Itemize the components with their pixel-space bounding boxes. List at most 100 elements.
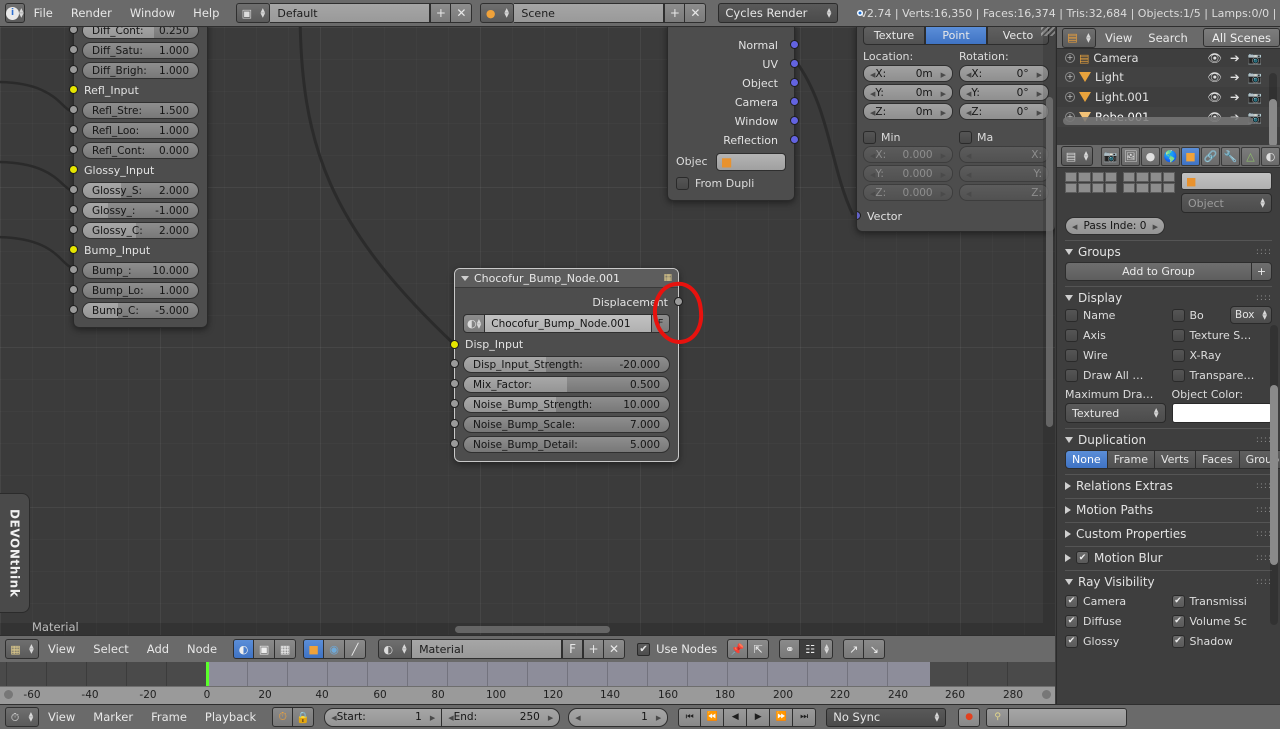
eye-icon[interactable]: 👁 (1207, 70, 1222, 84)
checkbox[interactable] (1065, 634, 1078, 648)
node-output-row[interactable]: Displacement (463, 292, 683, 312)
node-field-row[interactable]: Glossy_S: 2.000 (69, 181, 199, 200)
display-check-axis[interactable]: Axis (1065, 325, 1166, 345)
node-output-row[interactable]: Camera (676, 93, 799, 112)
output-socket[interactable] (790, 97, 799, 106)
expand-icon[interactable]: + (1065, 92, 1075, 102)
output-socket[interactable] (790, 59, 799, 68)
jump-start-icon[interactable]: ⏮ (678, 707, 702, 727)
node-output-row[interactable]: Reflection (676, 131, 799, 150)
max-y-field[interactable]: Y: (959, 165, 1049, 182)
value-slider[interactable]: Bump_: 10.000 (82, 262, 199, 279)
rotation-z-field[interactable]: Z: 0° (959, 103, 1049, 120)
outliner-menu-search[interactable]: Search (1141, 31, 1195, 45)
tab-constraints[interactable]: 🔗 (1200, 146, 1220, 166)
snap-dropdown-chevron-icon[interactable]: ▲ ▼ (821, 639, 834, 659)
copy-icon[interactable]: ↗ (843, 639, 865, 659)
value-slider[interactable]: Bump_Lo: 1.000 (82, 282, 199, 299)
cursor-arrow-icon[interactable]: ➔ (1230, 70, 1240, 84)
tab-render-layers[interactable]: 🖼 (1120, 146, 1140, 166)
menu-help[interactable]: Help (184, 0, 228, 27)
value-slider[interactable]: Noise_Bump_Detail: 5.000 (463, 436, 670, 453)
shader-type-object-icon[interactable]: ◐ (233, 639, 255, 659)
output-socket[interactable] (790, 40, 799, 49)
node-field-row[interactable]: Refl_Cont: 0.000 (69, 141, 199, 160)
node-field-row[interactable]: Mix_Factor: 0.500 (450, 375, 670, 394)
node-mapping[interactable]: Texture Point Vecto Location: X: 0m (856, 27, 1055, 232)
checkbox[interactable] (1065, 368, 1078, 382)
checkbox[interactable] (1065, 308, 1078, 322)
snap-magnet-icon[interactable]: ⚭ (779, 639, 801, 659)
increment-icon[interactable] (941, 149, 946, 161)
increment-icon[interactable] (430, 711, 435, 723)
value-slider[interactable]: Disp_Input_Strength: -20.000 (463, 356, 670, 373)
pass-index-field[interactable]: Pass Inde: 0 (1065, 217, 1165, 235)
min-checkbox[interactable] (863, 130, 876, 144)
node-editor-horizontal-scrollbar[interactable] (0, 623, 1055, 635)
dupli-option-none[interactable]: None (1065, 450, 1108, 469)
scene-name-field[interactable]: Scene (514, 3, 665, 23)
node-header[interactable]: Chocofur_Bump_Node.001 ▦ (455, 269, 678, 288)
decrement-icon[interactable] (966, 187, 971, 199)
prev-keyframe-icon[interactable]: ⏪ (701, 707, 725, 727)
slot-world-globe-icon[interactable]: ◉ (324, 639, 346, 659)
menu-file[interactable]: File (25, 0, 62, 27)
tab-data[interactable]: △ (1241, 146, 1261, 166)
ray-check-shadow[interactable]: Shadow (1171, 631, 1273, 651)
tab-material[interactable]: ◐ (1261, 146, 1280, 166)
timeline-playhead[interactable] (206, 662, 209, 686)
mapping-tab-point[interactable]: Point (925, 27, 987, 45)
node-editor-area[interactable]: Diff_Cont: 0.250 Diff_Satu: 1.000 Diff_B… (0, 27, 1055, 635)
tab-render[interactable]: 📷 (1100, 146, 1120, 166)
rotation-y-field[interactable]: Y: 0° (959, 84, 1049, 101)
outliner-display-mode-dropdown[interactable]: All Scenes (1203, 28, 1280, 47)
min-z-field[interactable]: Z: 0.000 (863, 184, 953, 201)
material-browse-button[interactable]: ◐ ▲ ▼ (378, 639, 413, 659)
go-parent-icon[interactable]: ⇱ (748, 639, 770, 659)
outliner-menu-view[interactable]: View (1098, 31, 1139, 45)
keying-set-field[interactable] (1009, 707, 1128, 727)
decrement-icon[interactable] (966, 149, 971, 161)
input-socket[interactable] (69, 125, 78, 134)
panel-header-motion-paths[interactable]: Motion Paths :::: (1065, 498, 1272, 517)
camera-render-icon[interactable]: 📷 (1248, 90, 1262, 104)
node-field-row[interactable]: Refl_Stre: 1.500 (69, 101, 199, 120)
panel-header-custom-properties[interactable]: Custom Properties :::: (1065, 522, 1272, 541)
tl-menu-playback[interactable]: Playback (196, 705, 265, 729)
display-check-wire[interactable]: Wire (1065, 345, 1166, 365)
play-reverse-icon[interactable]: ◀ (724, 707, 748, 727)
output-socket[interactable] (790, 78, 799, 87)
checkbox[interactable] (1065, 328, 1078, 342)
material-name-field[interactable]: Material (412, 639, 563, 659)
start-frame-field[interactable]: Start: 1 (324, 707, 443, 727)
increment-icon[interactable] (1037, 106, 1042, 118)
display-check-name[interactable]: Name (1065, 305, 1166, 325)
node-field-row[interactable]: Bump_Lo: 1.000 (69, 281, 199, 300)
node-shader-group-left[interactable]: Diff_Cont: 0.250 Diff_Satu: 1.000 Diff_B… (69, 27, 208, 328)
value-slider[interactable]: Refl_Stre: 1.500 (82, 102, 199, 119)
increment-icon[interactable] (941, 106, 946, 118)
node-field-row[interactable]: Refl_Loo: 1.000 (69, 121, 199, 140)
display-check-texture-space[interactable]: Texture S… (1171, 325, 1273, 345)
ray-check-glossy[interactable]: Glossy (1065, 631, 1166, 651)
node-field-row[interactable]: Glossy_C: 2.000 (69, 221, 199, 240)
play-icon[interactable]: ▶ (747, 707, 771, 727)
node-group-browse-icon[interactable]: ◐ (467, 317, 477, 330)
bounds-type-dropdown[interactable]: Box ▲ ▼ (1230, 306, 1272, 324)
max-checkbox[interactable] (959, 130, 972, 144)
checkbox[interactable] (1171, 634, 1185, 648)
output-socket[interactable] (857, 211, 861, 220)
keying-set-icon[interactable]: ⚲ (986, 707, 1010, 727)
collapse-triangle-icon[interactable] (461, 275, 469, 281)
node-menu-view[interactable]: View (39, 636, 84, 663)
checkbox[interactable] (1065, 614, 1078, 628)
layers-grid-bottom[interactable] (1123, 172, 1175, 193)
object-datablock-field[interactable]: ■ (1181, 172, 1272, 190)
node-field-row[interactable]: Diff_Cont: 0.250 (69, 27, 199, 40)
current-frame-field[interactable]: 1 (568, 707, 669, 727)
increment-icon[interactable] (1153, 220, 1158, 232)
object-picker-row[interactable]: Objec ■ (676, 151, 786, 172)
add-group-plus-button[interactable]: + (1252, 262, 1272, 281)
input-socket[interactable] (69, 205, 78, 214)
shader-type-world-icon[interactable]: ▣ (254, 639, 276, 659)
